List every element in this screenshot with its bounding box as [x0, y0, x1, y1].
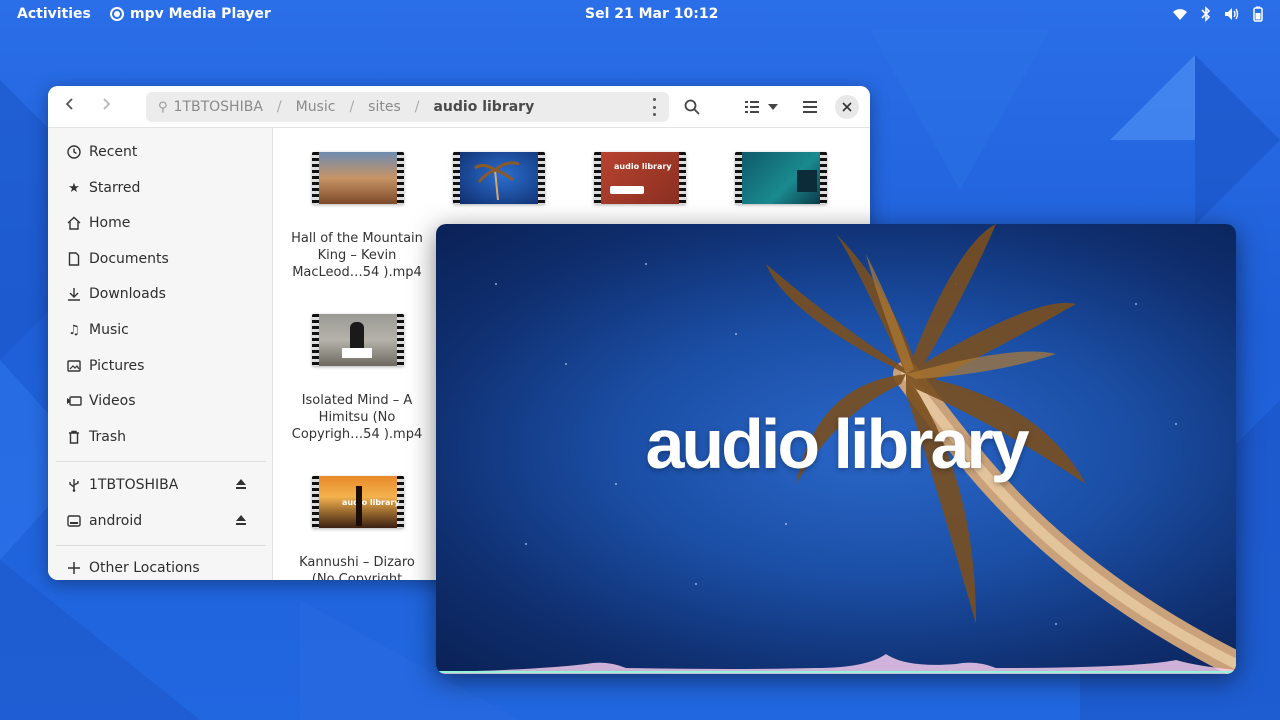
path-segment-music[interactable]: Music	[296, 99, 336, 115]
path-menu-icon[interactable]	[651, 98, 657, 116]
sidebar-item-other-locations[interactable]: Other Locations	[48, 552, 273, 580]
chevron-down-icon	[768, 104, 778, 110]
music-icon: ♫	[68, 322, 80, 338]
search-icon	[684, 99, 700, 115]
mpv-icon	[110, 7, 124, 21]
eject-icon[interactable]	[235, 478, 247, 490]
top-bar: Activities mpv Media Player Sel 21 Mar 1…	[0, 0, 1280, 30]
mpv-video-window[interactable]: audio library	[436, 224, 1236, 674]
view-list-button[interactable]	[740, 96, 764, 118]
view-options-dropdown[interactable]	[766, 96, 780, 118]
sidebar-item-1tbtoshiba[interactable]: 1TBTOSHIBA	[48, 469, 273, 501]
path-segment-device[interactable]: ⚲ 1TBTOSHIBA	[158, 99, 263, 115]
usb-icon: ⚲	[158, 99, 168, 115]
file-thumbnail[interactable]	[312, 152, 404, 204]
sidebar-divider	[56, 461, 266, 462]
file-name[interactable]: Hall of the Mountain King – Kevin MacLeo…	[287, 230, 427, 281]
wifi-icon	[1172, 5, 1188, 23]
clock[interactable]: Sel 21 Mar 10:12	[585, 6, 718, 22]
clock-icon	[66, 144, 82, 160]
files-header-bar: ⚲ 1TBTOSHIBA / Music / sites / audio lib…	[48, 86, 870, 128]
bluetooth-icon	[1198, 5, 1214, 23]
list-view-icon	[745, 101, 759, 113]
activities-button[interactable]: Activities	[17, 6, 91, 22]
drive-icon	[66, 513, 82, 529]
system-tray[interactable]	[1172, 5, 1266, 23]
path-segment-sites[interactable]: sites	[368, 99, 401, 115]
document-icon	[66, 251, 82, 267]
sidebar-item-starred[interactable]: ★ Starred	[48, 172, 273, 204]
file-name[interactable]: Isolated Mind – A Himitsu (No Copyrigh…5…	[287, 392, 427, 443]
file-thumbnail[interactable]	[453, 152, 545, 204]
file-thumbnail[interactable]: audio library	[312, 476, 404, 528]
path-segment-current[interactable]: audio library	[433, 99, 534, 115]
sidebar-divider	[56, 545, 266, 546]
sidebar-item-pictures[interactable]: Pictures	[48, 350, 273, 382]
sidebar: Recent ★ Starred Home Documents Download…	[48, 128, 273, 580]
star-icon: ★	[68, 180, 80, 196]
plus-icon	[66, 560, 82, 576]
eject-icon[interactable]	[235, 514, 247, 526]
app-name: mpv Media Player	[130, 6, 271, 22]
file-thumbnail[interactable]	[312, 314, 404, 366]
sidebar-item-videos[interactable]: Videos	[48, 385, 273, 417]
battery-icon	[1250, 5, 1266, 23]
sidebar-item-android[interactable]: android	[48, 505, 273, 537]
sidebar-item-downloads[interactable]: Downloads	[48, 278, 273, 310]
sidebar-item-home[interactable]: Home	[48, 207, 273, 239]
chevron-right-icon	[103, 98, 111, 110]
volume-icon	[1224, 5, 1240, 23]
video-title-overlay: audio library	[645, 405, 1029, 483]
sidebar-item-recent[interactable]: Recent	[48, 136, 273, 168]
palm-icon	[474, 161, 520, 200]
main-menu-button[interactable]	[798, 96, 822, 118]
back-button[interactable]	[58, 96, 82, 118]
close-icon	[842, 102, 852, 112]
file-thumbnail[interactable]	[735, 152, 827, 204]
search-button[interactable]	[680, 96, 704, 118]
sidebar-item-trash[interactable]: Trash	[48, 421, 273, 453]
usb-icon	[66, 477, 82, 493]
sidebar-item-music[interactable]: ♫ Music	[48, 314, 273, 346]
close-button[interactable]	[835, 95, 859, 119]
path-bar[interactable]: ⚲ 1TBTOSHIBA / Music / sites / audio lib…	[146, 92, 669, 122]
hamburger-icon	[803, 101, 817, 113]
file-thumbnail[interactable]: audio library	[594, 152, 686, 204]
file-name[interactable]: Kannushi – Dizaro (No Copyright	[287, 554, 427, 580]
chevron-left-icon	[65, 98, 73, 110]
download-icon	[66, 286, 82, 302]
app-menu[interactable]: mpv Media Player	[110, 6, 271, 22]
picture-icon	[66, 358, 82, 374]
forward-button[interactable]	[94, 96, 118, 118]
trash-icon	[66, 429, 82, 445]
sidebar-item-documents[interactable]: Documents	[48, 243, 273, 275]
home-icon	[66, 215, 82, 231]
video-icon	[66, 393, 82, 409]
